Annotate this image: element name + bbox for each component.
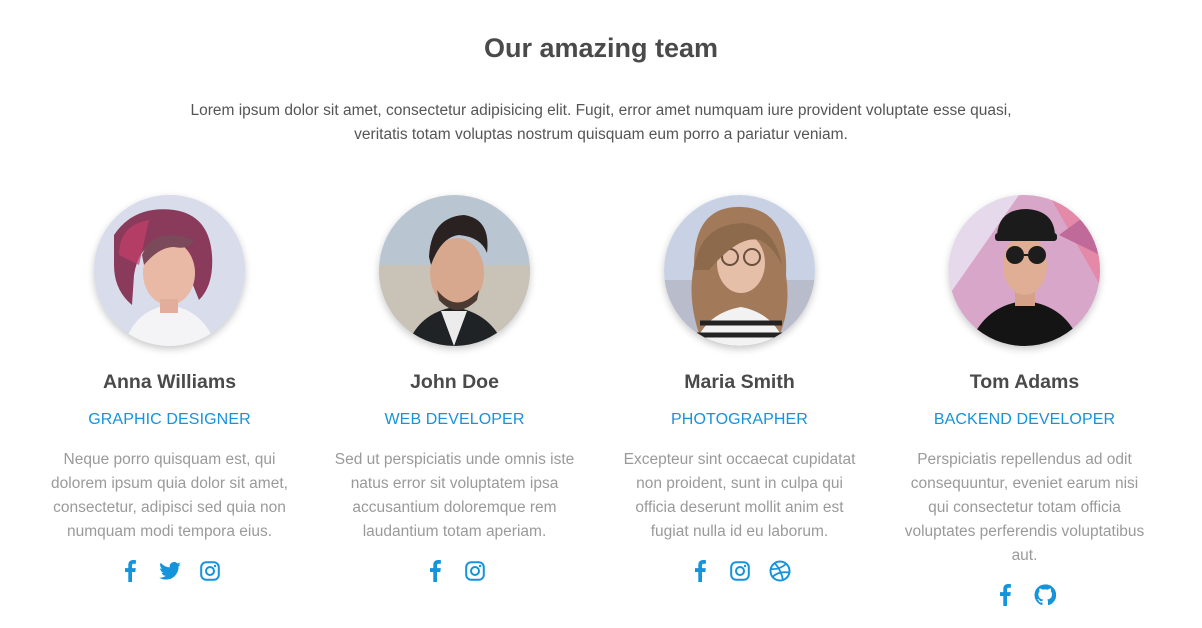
facebook-icon[interactable] [992, 582, 1018, 608]
twitter-icon[interactable] [157, 558, 183, 584]
team-grid: Anna Williams GRAPHIC DESIGNER Neque por… [27, 195, 1175, 608]
dribbble-icon[interactable] [767, 558, 793, 584]
member-bio: Excepteur sint occaecat cupidatat non pr… [623, 451, 856, 540]
member-role: GRAPHIC DESIGNER [88, 411, 251, 428]
github-icon[interactable] [1032, 582, 1058, 608]
team-section: Our amazing team Lorem ipsum dolor sit a… [0, 0, 1202, 628]
member-role: WEB DEVELOPER [384, 411, 525, 428]
social-links [117, 558, 223, 584]
facebook-icon[interactable] [422, 558, 448, 584]
member-bio: Sed ut perspiciatis unde omnis iste natu… [334, 451, 575, 540]
team-member-card: John Doe WEB DEVELOPER Sed ut perspiciat… [312, 195, 597, 608]
team-member-card: Tom Adams BACKEND DEVELOPER Perspiciatis… [882, 195, 1167, 608]
avatar-photo [664, 195, 815, 346]
team-member-card: Anna Williams GRAPHIC DESIGNER Neque por… [27, 195, 312, 608]
member-name: Maria Smith [684, 371, 795, 393]
instagram-icon[interactable] [727, 558, 753, 584]
member-name: Tom Adams [969, 371, 1080, 393]
social-links [992, 582, 1058, 608]
team-member-card: Maria Smith PHOTOGRAPHER Excepteur sint … [597, 195, 882, 608]
instagram-icon[interactable] [197, 558, 223, 584]
facebook-icon[interactable] [117, 558, 143, 584]
avatar-photo [949, 195, 1100, 346]
member-name: Anna Williams [102, 371, 237, 393]
member-bio: Neque porro quisquam est, qui dolorem ip… [51, 451, 288, 540]
section-intro: Lorem ipsum dolor sit amet, consectetur … [190, 102, 1012, 143]
social-links [687, 558, 793, 584]
member-bio: Perspiciatis repellendus ad odit consequ… [904, 451, 1145, 564]
avatar-photo [379, 195, 530, 346]
member-role: BACKEND DEVELOPER [933, 411, 1116, 428]
avatar-photo [94, 195, 245, 346]
instagram-icon[interactable] [462, 558, 488, 584]
section-title: Our amazing team [483, 33, 719, 63]
member-role: PHOTOGRAPHER [671, 411, 808, 428]
social-links [422, 558, 488, 584]
member-name: John Doe [410, 371, 499, 393]
facebook-icon[interactable] [687, 558, 713, 584]
